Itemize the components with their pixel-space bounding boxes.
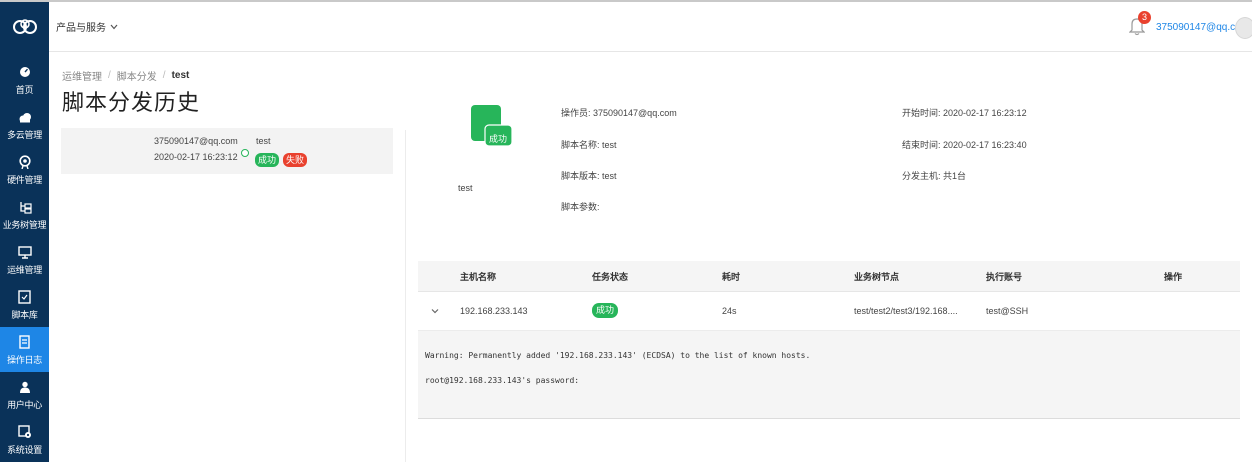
log-line: Warning: Permanently added '192.168.233.… xyxy=(425,351,811,360)
breadcrumb-ops[interactable]: 运维管理 xyxy=(62,68,102,83)
cloud-icon xyxy=(18,108,32,126)
breadcrumb-separator: / xyxy=(108,70,111,81)
success-tag: 成功 xyxy=(255,153,280,167)
table-row[interactable]: 192.168.233.143 成功 24s test/test2/test3/… xyxy=(418,292,1240,331)
log-line: root@192.168.233.143's password: xyxy=(425,376,580,385)
sidebar-item-ops[interactable]: 运维管理 xyxy=(0,237,49,282)
sidebar-item-label: 操作日志 xyxy=(7,355,42,365)
sidebar-item-script-lib[interactable]: 脚本库 xyxy=(0,282,49,327)
breadcrumb-current: test xyxy=(171,70,190,81)
script-icon xyxy=(18,288,31,306)
sidebar-item-label: 用户中心 xyxy=(7,400,42,410)
detail-start-time: 开始时间: 2020-02-17 16:23:12 xyxy=(902,108,1027,118)
column-status: 任务状态 xyxy=(592,272,629,282)
detail-script-version: 脚本版本: test xyxy=(561,171,617,181)
top-bar: 产品与服务 3 375090147@qq.com xyxy=(49,2,1252,52)
hardware-icon xyxy=(18,153,31,171)
sidebar-item-label: 运维管理 xyxy=(7,265,42,275)
cloud-logo-icon xyxy=(12,19,37,34)
sidebar-item-hardware[interactable]: 硬件管理 xyxy=(0,147,49,192)
timeline-dot-icon xyxy=(241,149,249,157)
host-table: 主机名称 任务状态 耗时 业务树节点 执行账号 操作 192.168.233.1… xyxy=(418,261,1240,419)
status-icon-label: 成功 xyxy=(489,134,508,144)
panel-divider xyxy=(405,130,406,462)
breadcrumb-separator: / xyxy=(162,70,166,81)
sidebar-item-label: 多云管理 xyxy=(7,130,42,140)
detail-script-params: 脚本参数: xyxy=(561,202,600,212)
sidebar-item-home[interactable]: 首页 xyxy=(0,57,49,102)
sidebar-item-user-center[interactable]: 用户中心 xyxy=(0,372,49,417)
breadcrumb: 运维管理 / 脚本分发 / test xyxy=(62,68,189,83)
sidebar-item-biz-tree[interactable]: 业务树管理 xyxy=(0,192,49,237)
column-actions: 操作 xyxy=(1164,272,1183,282)
column-host: 主机名称 xyxy=(460,272,497,282)
cell-node: test/test2/test3/192.168.... xyxy=(854,306,958,316)
log-output-panel: Warning: Permanently added '192.168.233.… xyxy=(418,331,1240,419)
notification-badge: 3 xyxy=(1138,11,1151,24)
sidebar-item-label: 首页 xyxy=(15,85,34,95)
table-header: 主机名称 任务状态 耗时 业务树节点 执行账号 操作 xyxy=(418,261,1240,292)
history-name: test xyxy=(256,136,271,146)
fail-tag: 失败 xyxy=(283,153,308,167)
column-duration: 耗时 xyxy=(722,272,741,282)
chevron-down-icon xyxy=(110,24,118,29)
user-icon xyxy=(19,378,31,396)
history-operator: 375090147@qq.com xyxy=(154,136,238,146)
success-status-icon: 成功 xyxy=(471,105,515,149)
page-title: 脚本分发历史 xyxy=(62,90,201,115)
history-list-item[interactable]: 375090147@qq.com 2020-02-17 16:23:12 tes… xyxy=(61,128,393,174)
cell-host: 192.168.233.143 xyxy=(460,306,528,316)
tree-icon xyxy=(18,198,32,216)
detail-operator: 操作员: 375090147@qq.com xyxy=(561,108,677,118)
detail-hosts: 分发主机: 共1台 xyxy=(902,171,967,181)
column-node: 业务树节点 xyxy=(854,272,900,282)
app-logo[interactable] xyxy=(0,2,49,52)
history-time: 2020-02-17 16:23:12 xyxy=(154,152,238,162)
log-icon xyxy=(19,333,30,351)
products-services-menu[interactable]: 产品与服务 xyxy=(56,19,118,34)
detail-script-name: test xyxy=(458,183,473,193)
products-menu-label: 产品与服务 xyxy=(56,23,106,34)
detail-script-name-field: 脚本名称: test xyxy=(561,140,617,150)
sidebar-item-op-log[interactable]: 操作日志 xyxy=(0,327,49,372)
sidebar-item-settings[interactable]: 系统设置 xyxy=(0,417,49,462)
sidebar-item-label: 业务树管理 xyxy=(2,220,47,230)
detail-end-time: 结束时间: 2020-02-17 16:23:40 xyxy=(902,140,1027,150)
cell-duration: 24s xyxy=(722,306,737,316)
column-account: 执行账号 xyxy=(986,272,1023,282)
settings-icon xyxy=(17,423,32,441)
sidebar-item-label: 硬件管理 xyxy=(7,175,42,185)
sidebar-item-multicloud[interactable]: 多云管理 xyxy=(0,102,49,147)
sidebar: 首页 多云管理 硬件管理 业务树管理 运维管理 脚本库 操作日志 用户中心 系统… xyxy=(0,2,49,462)
status-badge: 成功 xyxy=(592,303,619,318)
cell-account: test@SSH xyxy=(986,306,1029,316)
dashboard-icon xyxy=(19,63,31,81)
avatar[interactable] xyxy=(1235,17,1252,39)
sidebar-item-label: 脚本库 xyxy=(11,310,38,320)
sidebar-item-label: 系统设置 xyxy=(7,445,42,455)
monitor-icon xyxy=(17,243,32,261)
app-window: 首页 多云管理 硬件管理 业务树管理 运维管理 脚本库 操作日志 用户中心 系统… xyxy=(0,0,1252,462)
breadcrumb-script-dist[interactable]: 脚本分发 xyxy=(117,68,157,83)
chevron-down-icon[interactable] xyxy=(430,306,440,316)
